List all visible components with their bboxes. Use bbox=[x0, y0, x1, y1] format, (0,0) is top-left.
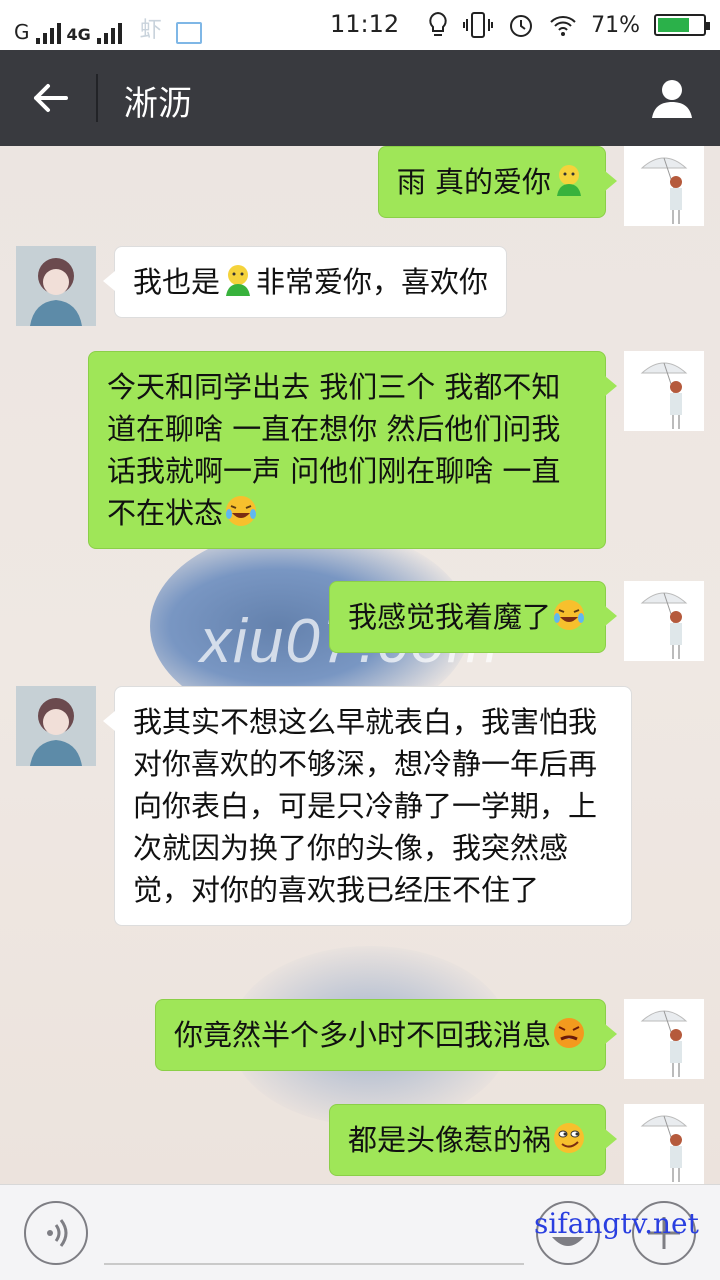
status-bar: G 4G 虾 11:12 71% bbox=[0, 0, 720, 50]
message-bubble[interactable]: 雨 真的爱你 bbox=[377, 146, 618, 218]
clock: 11:12 bbox=[330, 10, 400, 38]
umbrella-girl-icon bbox=[640, 1010, 688, 1077]
smirk-emoji-icon bbox=[554, 1123, 584, 1153]
message-text-after: 非常爱你，喜欢你 bbox=[256, 265, 489, 299]
message-text: 我感觉我着魔了 bbox=[347, 600, 551, 634]
green-smiley-emoji-icon bbox=[226, 265, 251, 296]
input-underline bbox=[104, 1263, 524, 1265]
message-bubble[interactable]: 我也是 非常爱你，喜欢你 bbox=[102, 246, 508, 318]
title-divider bbox=[96, 74, 98, 122]
chat-area[interactable]: xiu07.com 雨 真的爱你 我也是非常爱你，喜欢你 今天和同学出去 我们三… bbox=[0, 146, 720, 1184]
site-watermark: sifangtv.net bbox=[534, 1207, 699, 1240]
status-right: 71% bbox=[427, 11, 710, 39]
laugh-cry-emoji-icon bbox=[226, 496, 257, 526]
message-bubble[interactable]: 今天和同学出去 我们三个 我都不知道在聊啥 一直在想你 然后他们问我话我就啊一声… bbox=[88, 351, 617, 549]
battery-icon bbox=[654, 14, 710, 36]
message-text: 都是头像惹的祸 bbox=[347, 1123, 551, 1157]
carrier-label: G bbox=[14, 20, 30, 44]
message-text: 今天和同学出去 我们三个 我都不知道在聊啥 一直在想你 然后他们问我话我就啊一声… bbox=[107, 370, 561, 530]
alarm-icon bbox=[510, 15, 533, 37]
back-arrow-icon[interactable] bbox=[26, 74, 74, 122]
chat-title: 淅沥 bbox=[124, 84, 192, 124]
message-bubble[interactable]: 你竟然半个多小时不回我消息 bbox=[154, 999, 618, 1071]
input-bar: sifangtv.net bbox=[0, 1184, 720, 1280]
shrimp-app-icon: 虾 bbox=[139, 18, 162, 43]
bulb-icon bbox=[429, 11, 447, 36]
vibrate-icon bbox=[463, 12, 494, 38]
laugh-cry-emoji-icon bbox=[554, 600, 584, 630]
image-notification-icon bbox=[175, 22, 202, 44]
voice-icon bbox=[47, 1219, 68, 1247]
signal-icon bbox=[35, 22, 61, 44]
message-text: 雨 真的爱你 bbox=[396, 165, 551, 199]
network-label: 4G bbox=[66, 25, 91, 44]
my-avatar[interactable] bbox=[624, 999, 704, 1079]
message-bubble[interactable]: 我其实不想这么早就表白，我害怕我对你喜欢的不够深，想冷静一年后再向你表白，可是只… bbox=[103, 686, 632, 926]
battery-percent: 71% bbox=[591, 12, 640, 38]
title-bar: 淅沥 bbox=[0, 50, 720, 146]
contact-avatar[interactable] bbox=[16, 686, 96, 766]
message-bubble[interactable]: 都是头像惹的祸 bbox=[328, 1104, 618, 1176]
my-avatar[interactable] bbox=[624, 1104, 704, 1184]
voice-button[interactable] bbox=[24, 1201, 88, 1265]
my-avatar[interactable] bbox=[624, 146, 704, 226]
profile-icon[interactable] bbox=[650, 76, 694, 120]
my-avatar[interactable] bbox=[624, 581, 704, 661]
boy-avatar-icon bbox=[16, 246, 96, 326]
signal-icon-2 bbox=[96, 22, 122, 44]
message-text: 我也是 bbox=[133, 265, 221, 299]
message-bubble[interactable]: 我感觉我着魔了 bbox=[328, 581, 618, 653]
message-text: 你竟然半个多小时不回我消息 bbox=[173, 1018, 551, 1052]
umbrella-girl-icon bbox=[640, 592, 688, 659]
message-text: 我其实不想这么早就表白，我害怕我对你喜欢的不够深，想冷静一年后再向你表白，可是只… bbox=[133, 705, 598, 907]
battery-fill bbox=[658, 18, 690, 32]
contact-avatar[interactable] bbox=[16, 246, 96, 326]
umbrella-girl-icon bbox=[640, 157, 688, 224]
angry-emoji-icon bbox=[554, 1018, 584, 1048]
umbrella-girl-icon bbox=[640, 1115, 688, 1182]
boy-avatar-icon bbox=[16, 686, 96, 766]
green-smiley-emoji-icon bbox=[557, 165, 581, 196]
my-avatar[interactable] bbox=[624, 351, 704, 431]
message-input[interactable] bbox=[104, 1203, 524, 1261]
wifi-icon bbox=[550, 16, 576, 36]
umbrella-girl-icon bbox=[640, 362, 688, 429]
status-left: G 4G 虾 bbox=[14, 12, 202, 44]
